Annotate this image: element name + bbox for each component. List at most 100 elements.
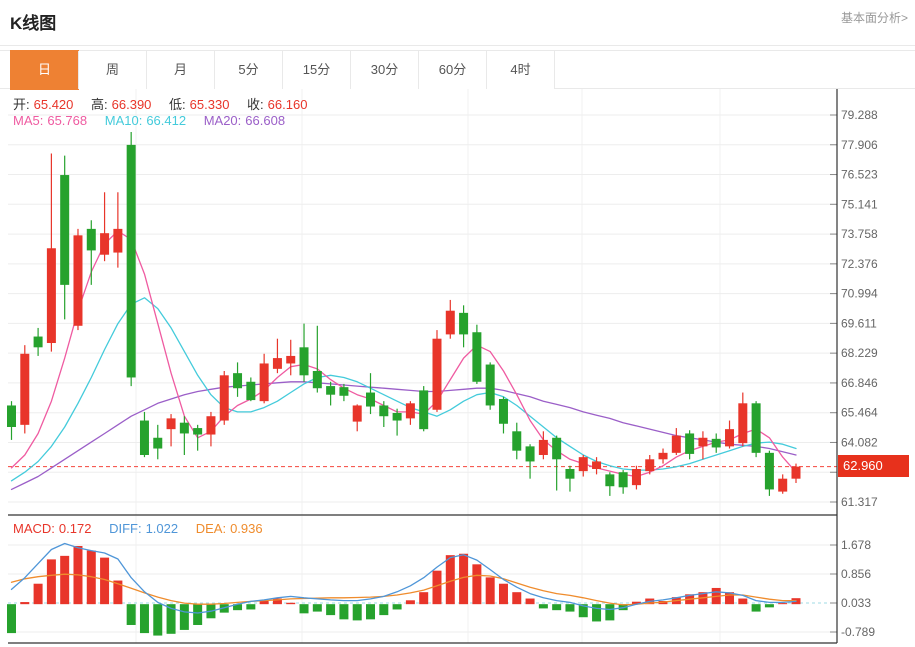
macd-bar bbox=[446, 555, 455, 604]
candle bbox=[432, 339, 441, 410]
open-value: 65.420 bbox=[34, 97, 74, 112]
current-price-badge: 62.960 bbox=[838, 455, 909, 477]
ma20-label: MA20: bbox=[204, 113, 242, 128]
macd-bar bbox=[153, 604, 162, 635]
candle bbox=[60, 175, 69, 285]
candle bbox=[459, 313, 468, 335]
macd-label: MACD: bbox=[13, 521, 55, 536]
candle bbox=[300, 347, 309, 375]
macd-bar bbox=[326, 604, 335, 615]
price-tick-label: 69.611 bbox=[841, 316, 877, 330]
dea-value: 0.936 bbox=[230, 521, 263, 536]
interval-tab-3[interactable]: 5分 bbox=[214, 51, 283, 89]
candle bbox=[366, 393, 375, 407]
price-tick-label: 73.758 bbox=[841, 227, 878, 241]
macd-tick-label: 0.033 bbox=[841, 596, 871, 610]
interval-tab-6[interactable]: 60分 bbox=[418, 51, 487, 89]
macd-bar bbox=[752, 604, 761, 611]
interval-tab-5[interactable]: 30分 bbox=[350, 51, 419, 89]
candle bbox=[286, 356, 295, 364]
candle bbox=[499, 399, 508, 424]
macd-bar bbox=[539, 604, 548, 608]
interval-tab-4[interactable]: 15分 bbox=[282, 51, 351, 89]
candle bbox=[206, 416, 215, 434]
candle bbox=[685, 433, 694, 453]
macd-bar bbox=[486, 577, 495, 604]
candles-group bbox=[7, 132, 801, 496]
candle bbox=[167, 418, 176, 429]
candle bbox=[34, 337, 43, 348]
candle bbox=[20, 354, 29, 425]
candle bbox=[579, 457, 588, 471]
macd-histogram-group bbox=[7, 546, 801, 636]
candle bbox=[233, 373, 242, 388]
macd-bar bbox=[313, 604, 322, 611]
candle bbox=[592, 461, 601, 469]
interval-tab-0[interactable]: 日 bbox=[10, 50, 79, 90]
macd-bar bbox=[379, 604, 388, 615]
candle bbox=[353, 405, 362, 421]
dea-label: DEA: bbox=[196, 521, 226, 536]
macd-tick-label: 1.678 bbox=[841, 538, 871, 552]
open-label: 开: bbox=[13, 97, 30, 112]
macd-bar bbox=[47, 559, 56, 604]
macd-bar bbox=[778, 603, 787, 604]
macd-bar bbox=[140, 604, 149, 633]
candle bbox=[113, 229, 122, 253]
diff-value: 1.022 bbox=[146, 521, 179, 536]
widget-header: K线图 基本面分析> bbox=[0, 0, 915, 46]
candle bbox=[725, 429, 734, 446]
interval-tab-1[interactable]: 周 bbox=[78, 51, 147, 89]
candle bbox=[778, 479, 787, 492]
price-tick-label: 76.523 bbox=[841, 168, 878, 182]
macd-tick-label: -0.789 bbox=[841, 625, 875, 639]
macd-bar bbox=[472, 564, 481, 604]
price-tick-label: 70.994 bbox=[841, 287, 878, 301]
candle bbox=[100, 233, 109, 255]
macd-bar bbox=[180, 604, 189, 630]
candle bbox=[393, 413, 402, 421]
close-label: 收: bbox=[247, 97, 264, 112]
macd-bar bbox=[552, 604, 561, 610]
macd-bar bbox=[419, 592, 428, 604]
candle bbox=[672, 436, 681, 453]
candle bbox=[180, 423, 189, 434]
macd-bar bbox=[286, 603, 295, 604]
candle bbox=[379, 405, 388, 416]
candle bbox=[73, 235, 82, 325]
candle bbox=[539, 440, 548, 455]
candle bbox=[472, 332, 481, 382]
candle bbox=[632, 469, 641, 485]
ma20-line bbox=[12, 382, 797, 490]
candle bbox=[565, 469, 574, 479]
price-tick-label: 79.288 bbox=[841, 108, 878, 122]
interval-tab-7[interactable]: 4时 bbox=[486, 51, 555, 89]
ma10-value: 66.412 bbox=[146, 113, 186, 128]
candle bbox=[260, 363, 269, 401]
candle bbox=[486, 365, 495, 406]
candle bbox=[47, 248, 56, 343]
interval-tabbar: 日周月5分15分30分60分4时 bbox=[0, 50, 915, 89]
macd-bar bbox=[60, 556, 69, 604]
macd-bar bbox=[765, 604, 774, 607]
candle bbox=[605, 474, 614, 486]
interval-tab-2[interactable]: 月 bbox=[146, 51, 215, 89]
candle bbox=[526, 446, 535, 461]
candle bbox=[712, 439, 721, 448]
price-tick-label: 72.376 bbox=[841, 257, 878, 271]
price-tick-label: 61.317 bbox=[841, 495, 878, 509]
candle bbox=[792, 467, 801, 479]
candle bbox=[7, 405, 16, 427]
candle bbox=[87, 229, 96, 251]
candle bbox=[246, 382, 255, 400]
macd-bar bbox=[592, 604, 601, 621]
low-label: 低: bbox=[169, 97, 186, 112]
candle bbox=[738, 403, 747, 443]
ma-legend: MA5:65.768 MA10:66.412 MA20:66.608 bbox=[13, 113, 289, 128]
candle bbox=[127, 145, 136, 378]
candle bbox=[512, 431, 521, 450]
candle bbox=[419, 390, 428, 429]
macd-bar bbox=[300, 604, 309, 613]
macd-bar bbox=[565, 604, 574, 611]
fundamental-analysis-link[interactable]: 基本面分析> bbox=[841, 9, 908, 26]
